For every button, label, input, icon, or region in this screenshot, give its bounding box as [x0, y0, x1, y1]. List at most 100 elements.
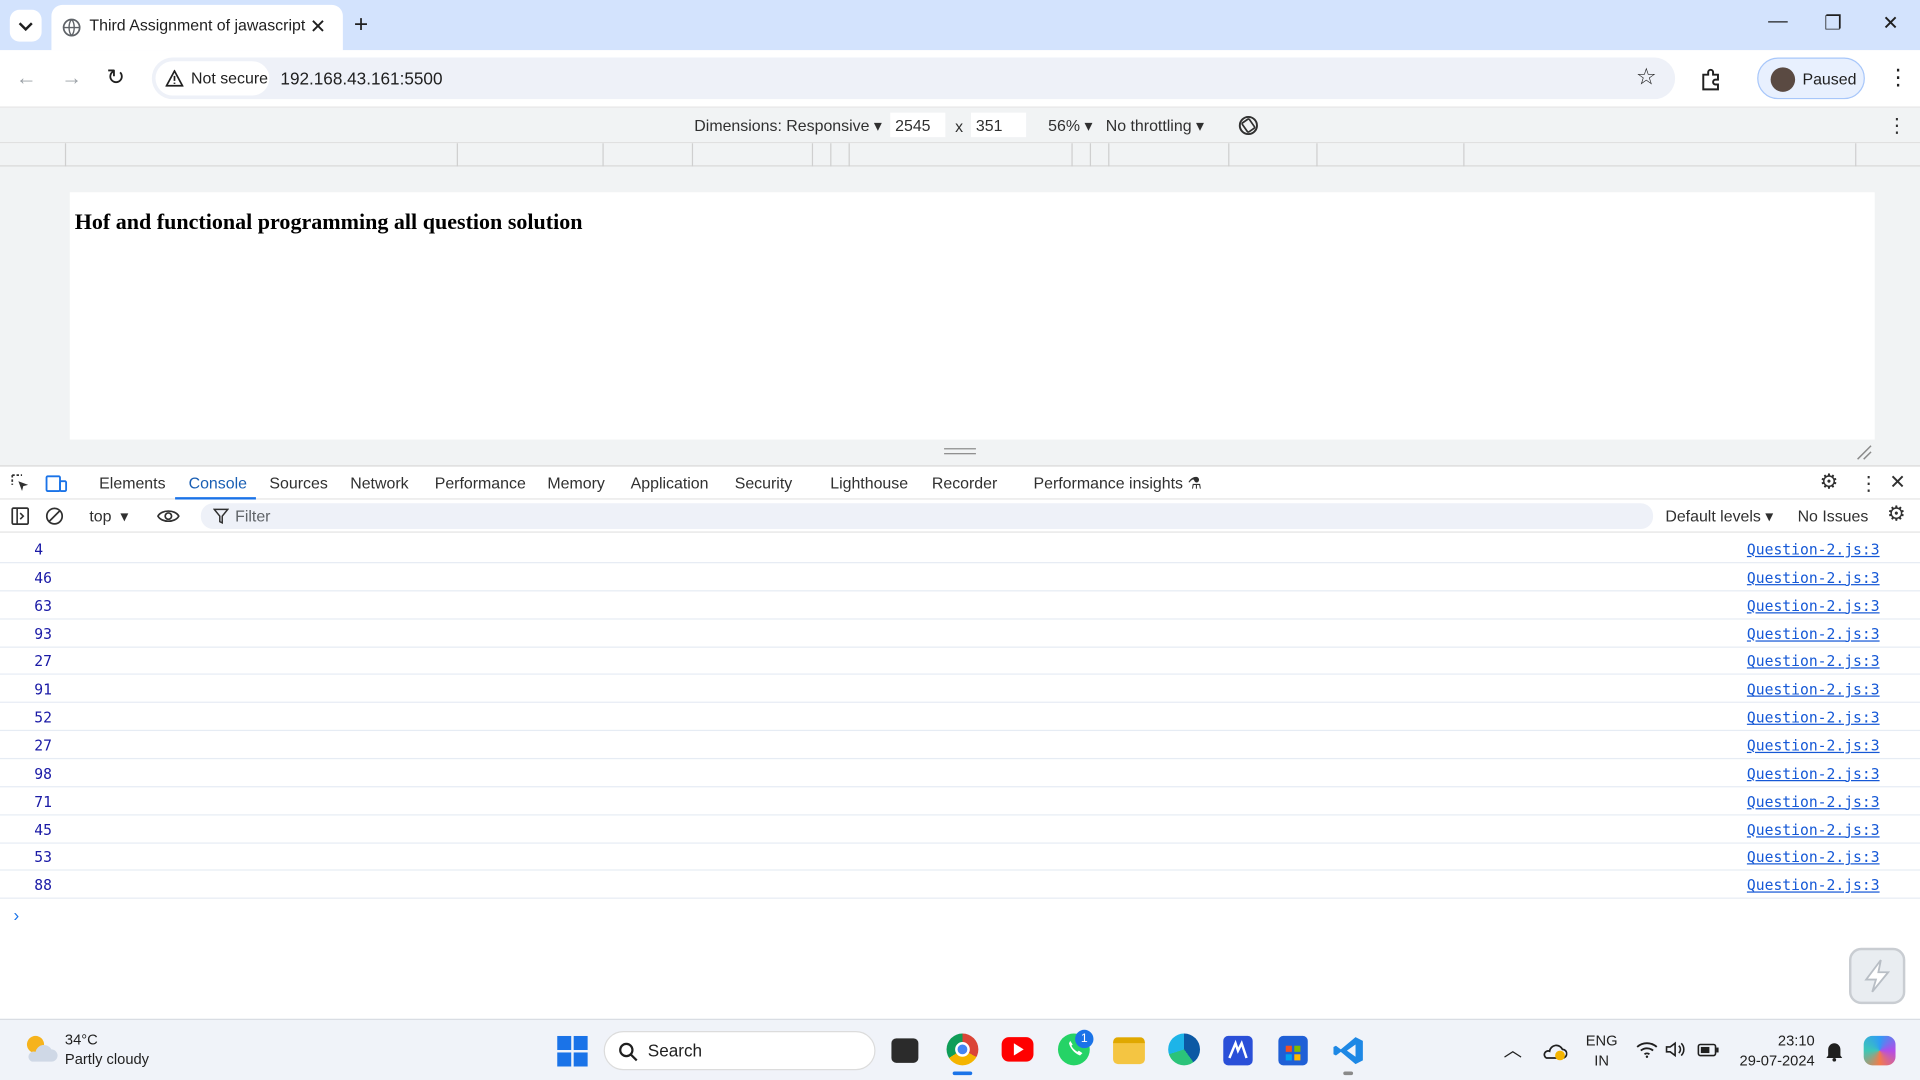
tab-network[interactable]: Network — [350, 474, 408, 492]
wifi-icon[interactable] — [1636, 1041, 1658, 1058]
store-icon[interactable] — [1278, 1035, 1308, 1066]
console-source-link[interactable]: Question-2.js:3 — [1747, 681, 1880, 698]
console-value: 91 — [34, 681, 52, 699]
vscode-running-indicator — [1343, 1071, 1354, 1076]
tab-search-button[interactable] — [9, 9, 42, 42]
bookmark-star-icon[interactable]: ☆ — [1636, 64, 1657, 92]
devtools-menu-icon[interactable]: ⋮ — [1859, 471, 1879, 495]
inspect-element-icon[interactable] — [11, 474, 31, 494]
console-source-link[interactable]: Question-2.js:3 — [1747, 821, 1880, 838]
console-source-link[interactable]: Question-2.js:3 — [1747, 765, 1880, 782]
console-source-link[interactable]: Question-2.js:3 — [1747, 541, 1880, 558]
tab-memory[interactable]: Memory — [547, 474, 604, 492]
task-view-icon[interactable] — [891, 1038, 919, 1063]
url-text[interactable]: 192.168.43.161:5500 — [280, 69, 442, 89]
restore-icon[interactable]: ❐ — [1815, 11, 1852, 35]
device-toggle-icon[interactable] — [45, 474, 68, 494]
vscode-icon[interactable] — [1332, 1035, 1364, 1067]
tab-elements[interactable]: Elements — [99, 474, 165, 492]
tab-recorder[interactable]: Recorder — [932, 474, 997, 492]
throttling-dropdown[interactable]: No throttling ▾ — [1106, 116, 1204, 136]
rotate-icon[interactable] — [1237, 114, 1260, 137]
youtube-icon[interactable] — [1001, 1037, 1034, 1062]
tab-performance-insights[interactable]: Performance insights ⚗ — [1033, 474, 1201, 494]
flask-icon: ⚗ — [1187, 473, 1202, 493]
tab-application[interactable]: Application — [631, 474, 709, 492]
chrome-icon[interactable] — [946, 1033, 979, 1066]
tab-performance[interactable]: Performance — [435, 474, 526, 492]
console-value: 93 — [34, 625, 52, 643]
reload-icon[interactable]: ↻ — [107, 65, 125, 91]
console-row: 98 Question-2.js:3 — [0, 759, 1920, 788]
console-source-link[interactable]: Question-2.js:3 — [1747, 737, 1880, 754]
browser-menu-icon[interactable]: ⋮ — [1887, 65, 1909, 91]
console-row: 4 Question-2.js:3 — [0, 535, 1920, 564]
tab-lighthouse[interactable]: Lighthouse — [830, 474, 908, 492]
back-arrow-icon[interactable]: ← — [16, 66, 37, 90]
width-input[interactable]: 2545 — [890, 112, 946, 138]
onedrive-icon[interactable] — [1540, 1041, 1568, 1061]
tab-sources[interactable]: Sources — [269, 474, 327, 492]
console-source-link[interactable]: Question-2.js:3 — [1747, 653, 1880, 670]
address-bar[interactable]: Not secure 192.168.43.161:5500 ☆ — [151, 57, 1676, 100]
browser-tab[interactable]: Third Assignment of jawascript ✕ — [51, 4, 343, 51]
console-row: 27 Question-2.js:3 — [0, 731, 1920, 760]
forward-arrow-icon[interactable]: → — [61, 66, 82, 90]
console-output: 4 Question-2.js:3 46 Question-2.js:3 63 Quest… — [0, 535, 1920, 1019]
resize-corner-icon[interactable] — [1855, 443, 1872, 460]
language-bottom[interactable]: IN — [1585, 1052, 1619, 1069]
language-top[interactable]: ENG — [1585, 1032, 1619, 1049]
file-explorer-icon[interactable] — [1113, 1037, 1145, 1065]
close-devtools-icon[interactable]: ✕ — [1889, 470, 1905, 494]
console-source-link[interactable]: Question-2.js:3 — [1747, 709, 1880, 726]
browser-toolbar: ← → ↻ Not secure 192.168.43.161:5500 ☆ P… — [0, 50, 1920, 108]
clock-date[interactable]: 29-07-2024 — [1734, 1052, 1815, 1069]
windows-start-icon[interactable] — [557, 1035, 588, 1067]
notification-bell-icon[interactable] — [1825, 1041, 1845, 1062]
device-toolbar-menu-icon[interactable]: ⋮ — [1887, 114, 1907, 138]
context-selector[interactable]: top ▾ — [89, 507, 128, 527]
console-row: 71 Question-2.js:3 — [0, 787, 1920, 816]
minimize-icon[interactable]: — — [1760, 11, 1797, 33]
copilot-icon[interactable] — [1863, 1035, 1896, 1066]
tab-security[interactable]: Security — [735, 474, 793, 492]
console-source-link[interactable]: Question-2.js:3 — [1747, 793, 1880, 810]
close-tab-icon[interactable]: ✕ — [310, 15, 326, 39]
new-tab-icon[interactable]: + — [354, 11, 368, 39]
floating-action-button[interactable] — [1848, 947, 1906, 1005]
console-source-link[interactable]: Question-2.js:3 — [1747, 569, 1880, 586]
issues-label[interactable]: No Issues — [1798, 507, 1869, 525]
console-prompt[interactable]: › — [13, 905, 19, 925]
dimensions-dropdown[interactable]: Dimensions: Responsive ▾ — [694, 116, 882, 136]
extensions-icon[interactable] — [1700, 67, 1724, 91]
filter-input[interactable]: Filter — [200, 503, 1654, 529]
active-app-indicator — [952, 1071, 973, 1076]
chevron-up-icon[interactable]: ︿ — [1504, 1037, 1522, 1063]
console-source-link[interactable]: Question-2.js:3 — [1747, 597, 1880, 614]
console-source-link[interactable]: Question-2.js:3 — [1747, 849, 1880, 866]
tab-console[interactable]: Console — [189, 474, 247, 492]
levels-dropdown[interactable]: Default levels ▾ — [1665, 507, 1773, 527]
not-secure-chip[interactable]: Not secure — [155, 61, 270, 96]
console-settings-gear-icon[interactable]: ⚙ — [1887, 502, 1906, 526]
settings-gear-icon[interactable]: ⚙ — [1820, 470, 1839, 494]
close-window-icon[interactable]: ✕ — [1872, 11, 1909, 35]
volume-icon[interactable] — [1665, 1041, 1686, 1058]
sidebar-toggle-icon[interactable] — [11, 507, 30, 525]
battery-icon[interactable] — [1697, 1043, 1719, 1057]
app-icon-blue[interactable] — [1223, 1035, 1253, 1066]
console-row: 53 Question-2.js:3 — [0, 843, 1920, 872]
console-row: 88 Question-2.js:3 — [0, 871, 1920, 900]
zoom-dropdown[interactable]: 56% ▾ — [1048, 116, 1092, 136]
edge-icon[interactable] — [1168, 1033, 1201, 1066]
console-source-link[interactable]: Question-2.js:3 — [1747, 625, 1880, 642]
clear-console-icon[interactable] — [45, 507, 64, 525]
height-input[interactable]: 351 — [971, 112, 1027, 138]
console-source-link[interactable]: Question-2.js:3 — [1747, 877, 1880, 894]
resize-handle-horizontal[interactable] — [944, 448, 976, 455]
clock-time[interactable]: 23:10 — [1739, 1032, 1815, 1049]
profile-button[interactable]: Paused — [1757, 57, 1865, 100]
console-value: 45 — [34, 821, 52, 839]
eye-icon[interactable] — [156, 507, 180, 525]
taskbar-search[interactable]: Search — [603, 1031, 876, 1071]
